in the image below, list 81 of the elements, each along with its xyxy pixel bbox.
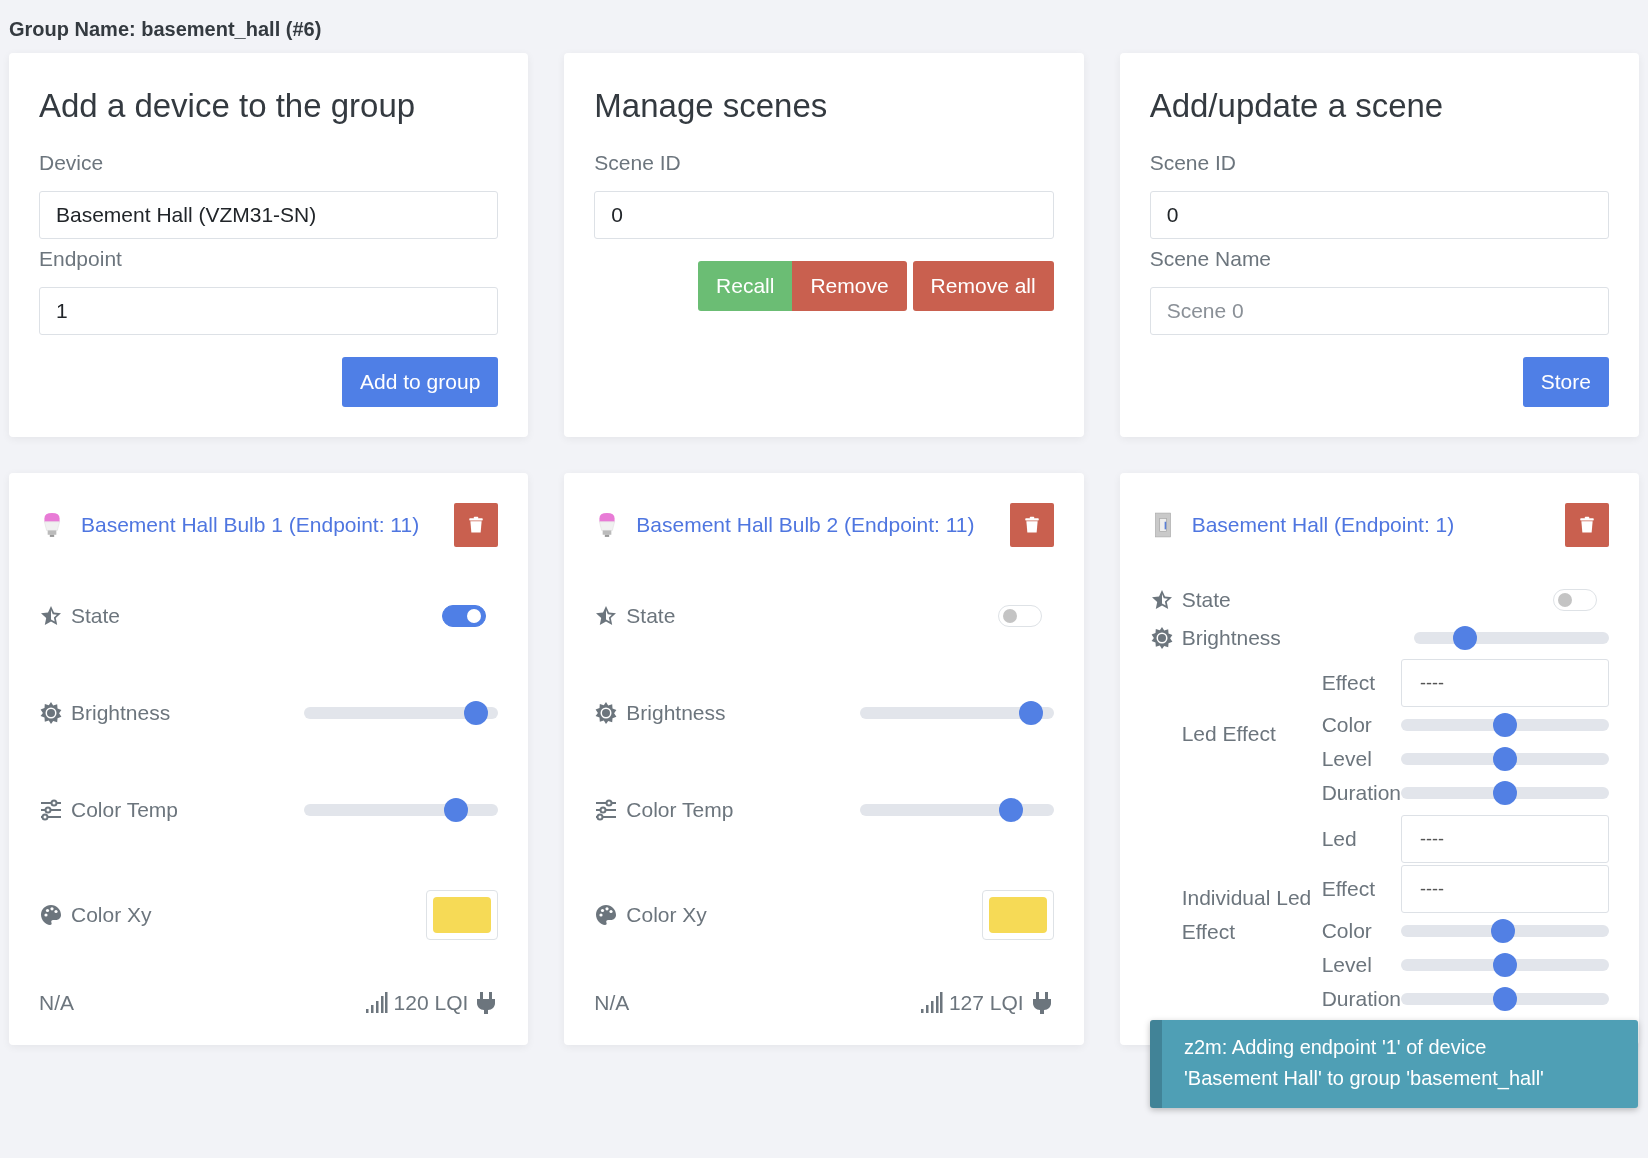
feature-label: Color Temp	[626, 797, 734, 822]
delete-button[interactable]	[1565, 503, 1609, 547]
feature-label: Color Temp	[71, 797, 178, 822]
slider[interactable]	[304, 700, 499, 725]
feature-label: Color Xy	[71, 902, 152, 927]
sliders-icon	[594, 797, 619, 822]
color-picker[interactable]	[981, 889, 1054, 940]
delete-button[interactable]	[454, 503, 499, 547]
scene-button[interactable]: Remove	[792, 261, 907, 311]
feature-label: Brightness	[626, 700, 726, 725]
feature-label: State	[626, 603, 676, 628]
device-field[interactable]: Basement Hall (VZM31-SN)	[39, 191, 499, 239]
field-label: Scene ID	[594, 151, 681, 175]
field-label: Color	[1321, 918, 1373, 944]
status-text: N/A	[594, 991, 630, 1015]
field-label: Level	[1321, 746, 1373, 772]
device-link[interactable]: Basement Hall Bulb 2 (Endpoint: 11)	[636, 513, 994, 537]
notification-toast: z2m: Adding endpoint '1' of device 'Basement Hall' to group 'basement_hall'	[1150, 1020, 1638, 1108]
star-icon	[1149, 588, 1174, 612]
feature-label: Brightness	[71, 700, 171, 725]
brightness-icon	[1149, 626, 1174, 650]
field-label: Duration	[1321, 780, 1402, 806]
slider[interactable]	[1401, 747, 1609, 771]
field-label: Level	[1321, 952, 1373, 978]
card-title: Manage scenes	[594, 87, 828, 125]
endpoint-field[interactable]: 1	[39, 287, 499, 335]
feature-label: Brightness	[1181, 626, 1281, 650]
dropdown[interactable]: ----	[1401, 865, 1609, 913]
feature-label: Color Xy	[626, 902, 707, 927]
palette-icon	[39, 902, 63, 927]
field-label: Led	[1321, 826, 1358, 852]
field-label: Endpoint	[39, 247, 122, 271]
trash-icon	[467, 515, 486, 535]
slider[interactable]	[1401, 919, 1609, 943]
slider[interactable]	[1413, 626, 1609, 650]
slider[interactable]	[1401, 713, 1609, 737]
field-label: Scene Name	[1149, 247, 1272, 271]
scene-id-field[interactable]: 0	[594, 191, 1054, 239]
group-label: Individual Led Effect	[1181, 885, 1313, 945]
field-label: Effect	[1321, 876, 1376, 902]
palette-icon	[594, 902, 619, 927]
lqi-text: 127 LQI	[948, 991, 1024, 1015]
slider[interactable]	[859, 700, 1054, 725]
field-label: Device	[39, 151, 104, 175]
group-title: Group Name: basement_hall (#6)	[9, 18, 322, 41]
toggle-switch[interactable]	[442, 604, 487, 627]
brightness-icon	[594, 700, 619, 725]
device-link[interactable]: Basement Hall Bulb 1 (Endpoint: 11)	[81, 513, 439, 537]
field-label: Color	[1321, 712, 1373, 738]
dropdown[interactable]: ----	[1401, 815, 1609, 863]
dropdown[interactable]: ----	[1401, 659, 1609, 707]
signal-icon	[363, 991, 388, 1015]
status-text: N/A	[39, 991, 74, 1015]
group-label: Led Effect	[1181, 721, 1277, 747]
field-label: Effect	[1321, 670, 1376, 696]
card-title: Add/update a scene	[1149, 87, 1444, 125]
scene-id-field[interactable]: 0	[1149, 191, 1609, 239]
color-picker[interactable]	[426, 889, 499, 940]
slider[interactable]	[304, 797, 499, 822]
brightness-icon	[39, 700, 63, 725]
feature-label: State	[1181, 588, 1231, 612]
scene-button[interactable]: Recall	[698, 261, 793, 311]
field-label: Duration	[1321, 986, 1402, 1012]
delete-button[interactable]	[1009, 503, 1054, 547]
trash-icon	[1022, 515, 1041, 535]
field-label: Scene ID	[1149, 151, 1237, 175]
card-title: Add a device to the group	[39, 87, 416, 125]
feature-label: State	[71, 603, 121, 628]
add-to-group-button[interactable]: Add to group	[342, 357, 499, 407]
signal-icon	[918, 991, 943, 1015]
scene-name-field[interactable]: Scene 0	[1149, 287, 1609, 335]
slider[interactable]	[1401, 987, 1609, 1011]
sliders-icon	[39, 797, 63, 822]
device-link[interactable]: Basement Hall (Endpoint: 1)	[1191, 513, 1549, 537]
scene-button[interactable]: Remove all	[912, 261, 1054, 311]
store-button[interactable]: Store	[1522, 357, 1609, 407]
slider[interactable]	[1401, 781, 1609, 805]
slider[interactable]	[1401, 953, 1609, 977]
slider[interactable]	[859, 797, 1054, 822]
trash-icon	[1578, 515, 1596, 535]
lqi-text: 120 LQI	[393, 991, 469, 1015]
